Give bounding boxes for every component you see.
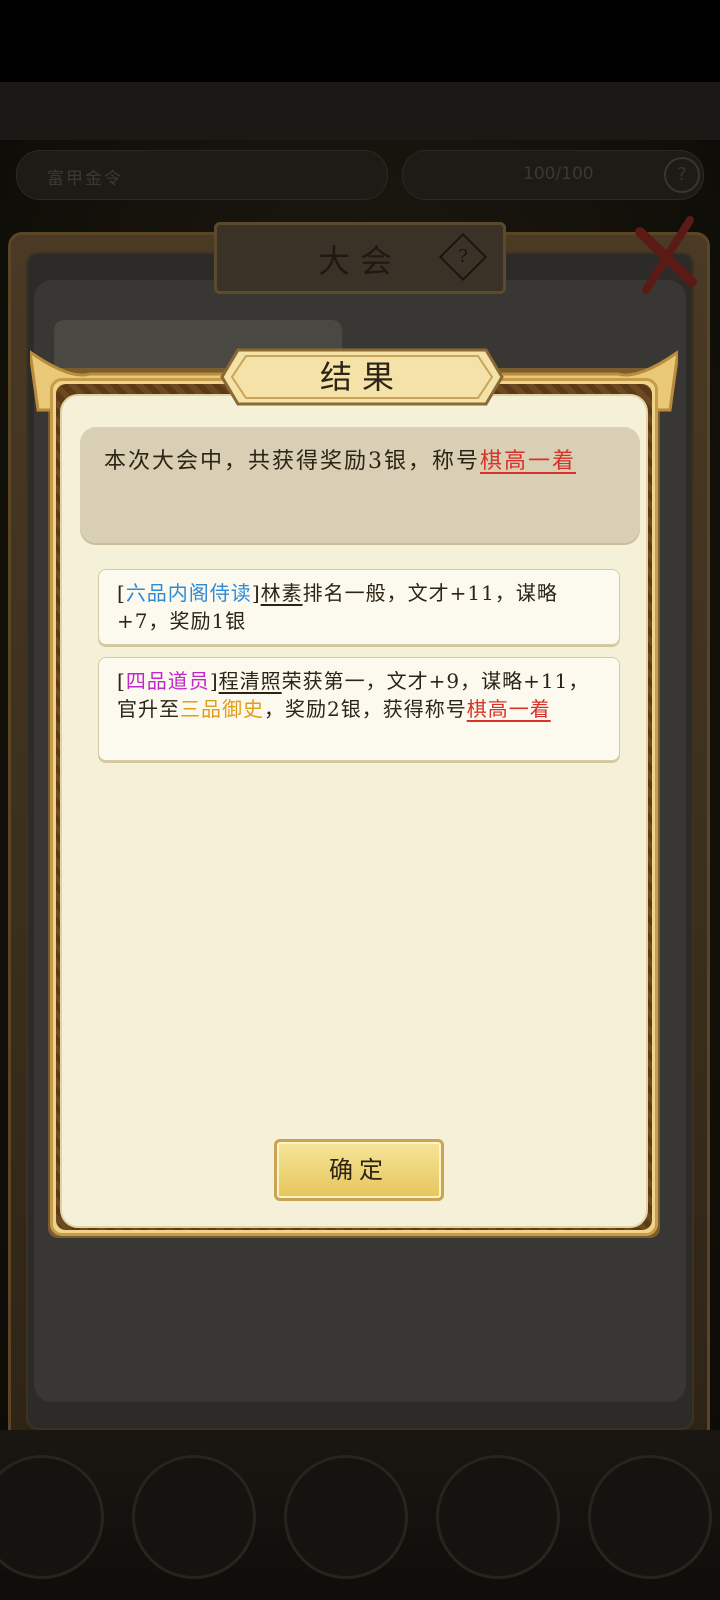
resource-pill-left-label: 富甲金令 [47, 169, 123, 189]
bracket-open: [ [117, 669, 126, 693]
bracket-close: ] [209, 669, 219, 693]
dialog-title: 结果 [319, 358, 404, 396]
result-entry: [四品道员]程清照荣获第一，文才+9，谋略+11，官升至三品御史，奖励2银，获得… [98, 657, 620, 761]
confirm-button[interactable]: 确定 [274, 1139, 444, 1201]
bottom-nav-item [588, 1455, 712, 1579]
help-icon: ? [664, 157, 700, 193]
bottom-nav-item [436, 1455, 560, 1579]
summary-sentence: 本次大会中，共获得奖励3银，称号 [104, 449, 480, 474]
entry-rank: 六品内阁侍读 [125, 581, 252, 605]
entry-name: 程清照 [218, 669, 282, 693]
close-x-icon [635, 216, 697, 294]
entry-text-after: ，奖励2银，获得称号 [264, 697, 467, 721]
bottom-nav-item [284, 1455, 408, 1579]
resource-pill-right: 100/100 [402, 150, 704, 200]
summary-honor-title: 棋高一着 [480, 449, 577, 474]
bracket-close: ] [251, 581, 261, 605]
resource-pill-left: 富甲金令 [16, 150, 388, 200]
result-entry: [六品内阁侍读]林素排名一般，文才+11，谋略+7，奖励1银 [98, 569, 620, 645]
entry-name: 林素 [260, 581, 303, 605]
status-bar-area [0, 0, 720, 82]
entry-promotion: 三品御史 [180, 697, 264, 721]
bottom-nav-item [132, 1455, 256, 1579]
summary-text: 本次大会中，共获得奖励3银，称号棋高一着 [104, 444, 614, 480]
top-band [0, 82, 720, 140]
bracket-open: [ [117, 581, 126, 605]
confirm-button-label: 确定 [329, 1156, 389, 1184]
resource-pill-right-label: 100/100 [523, 164, 594, 184]
entry-honor-title: 棋高一着 [466, 697, 551, 721]
entry-rank: 四品道员 [125, 669, 210, 693]
